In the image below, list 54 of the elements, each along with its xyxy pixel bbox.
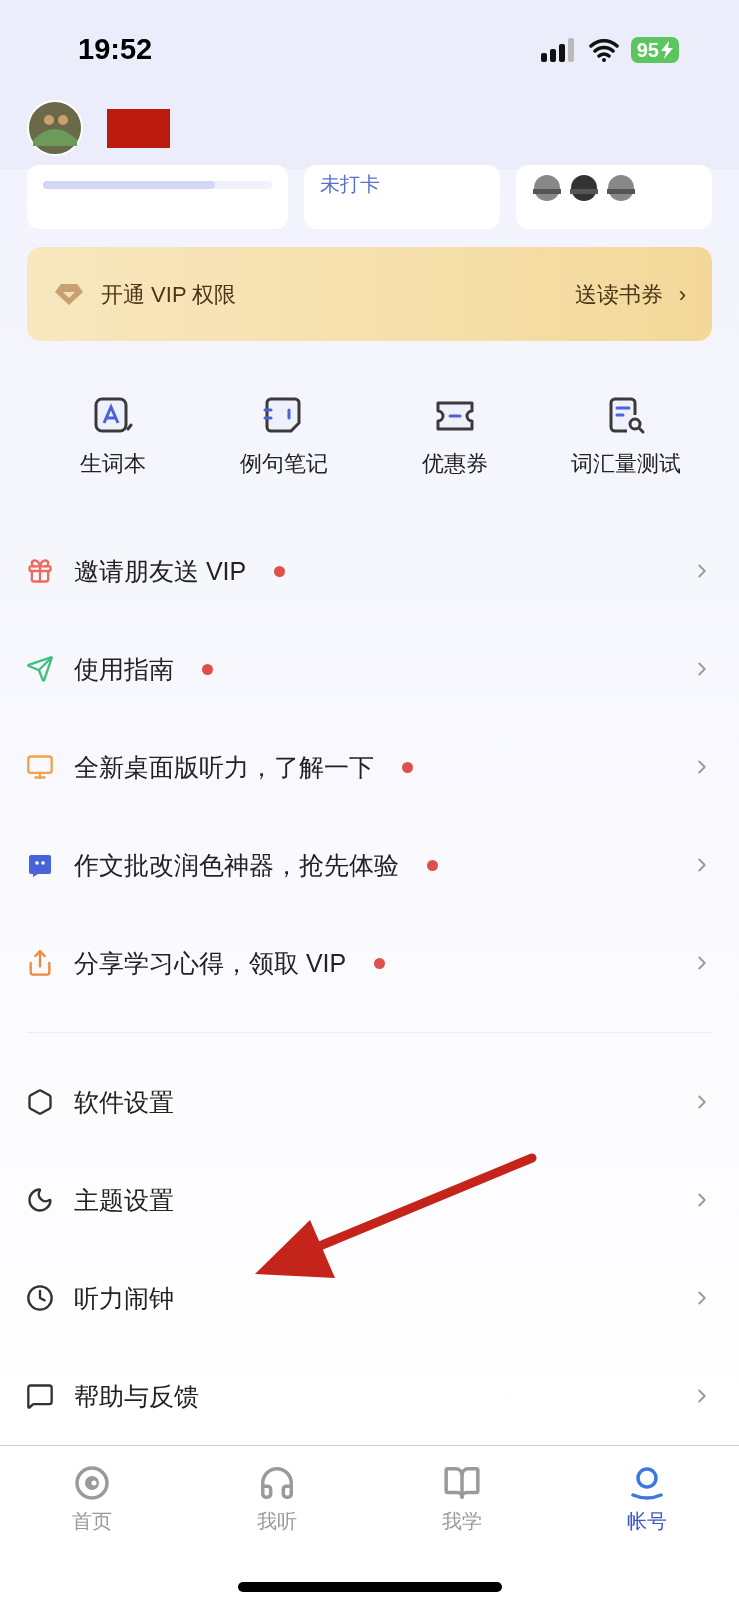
menu-item-label: 主题设置 (74, 1184, 174, 1216)
menu-item[interactable]: 作文批改润色神器，抢先体验 (0, 816, 739, 915)
tab-label: 帐号 (626, 1509, 667, 1535)
shortcut-label: 生词本 (79, 450, 146, 479)
vip-action: 送读书券 (574, 280, 663, 309)
avatar[interactable] (27, 100, 83, 156)
menu-item[interactable]: 全新桌面版听力，了解一下 (0, 718, 739, 817)
shortcut-item[interactable]: 词汇量测试 (540, 393, 712, 481)
clock-icon (26, 1284, 54, 1313)
hexagon-icon (26, 1088, 54, 1117)
bolt-icon (661, 41, 673, 59)
shortcut-item[interactable]: 优惠券 (369, 393, 541, 481)
menu-item[interactable]: 分享学习心得，领取 VIP (0, 914, 739, 1013)
check-in-status: 未打卡 (320, 172, 381, 198)
gift-icon (26, 557, 54, 586)
menu-item-label: 帮助与反馈 (74, 1380, 199, 1412)
menu-item-label: 全新桌面版听力，了解一下 (74, 751, 374, 783)
monitor-icon (26, 753, 54, 782)
shortcut-item[interactable]: 例句笔记 (198, 393, 370, 481)
battery-level: 95 (636, 38, 659, 63)
paper-plane-icon (26, 655, 54, 684)
tab-label: 首页 (72, 1509, 113, 1535)
menu-item[interactable]: 主题设置 (0, 1151, 739, 1250)
vip-banner[interactable]: 开通 VIP 权限 送读书券 › (27, 247, 712, 342)
menu-item-label: 听力闹钟 (74, 1282, 174, 1314)
chevron: › (678, 280, 686, 309)
menu-item[interactable]: 软件设置 (0, 1053, 739, 1152)
tab-label: 我听 (257, 1509, 298, 1535)
redaction-block (107, 108, 170, 148)
target-icon (73, 1464, 112, 1503)
shortcut-label: 优惠券 (422, 450, 489, 479)
signal-icon (540, 38, 577, 62)
message-icon (26, 1382, 54, 1411)
menu-item-label: 作文批改润色神器，抢先体验 (74, 849, 399, 881)
moon-icon (26, 1186, 54, 1215)
shortcut-item[interactable]: 生词本 (27, 393, 199, 481)
menu-item[interactable]: 听力闹钟 (0, 1249, 739, 1348)
menu-item[interactable]: 邀请朋友送 VIP (0, 522, 739, 621)
menu-item-label: 分享学习心得，领取 VIP (74, 947, 347, 979)
stat-card[interactable]: 未打卡 (304, 165, 501, 230)
menu-item-label: 软件设置 (74, 1086, 174, 1118)
shortcut-label: 例句笔记 (239, 450, 328, 479)
vip-title: 开通 VIP 权限 (101, 280, 237, 309)
status-time: 19:52 (78, 32, 153, 68)
menu-item-label: 使用指南 (74, 653, 174, 685)
tab-label: 我学 (441, 1509, 482, 1535)
tab-item[interactable]: 帐号 (626, 1464, 667, 1537)
menu-item[interactable]: 帮助与反馈 (0, 1347, 739, 1446)
stat-card[interactable] (516, 165, 712, 230)
wifi-icon (588, 38, 619, 62)
diamond-icon (53, 282, 85, 307)
shortcut-label: 词汇量测试 (571, 450, 682, 479)
menu-item[interactable]: 使用指南 (0, 620, 739, 719)
menu-item-label: 邀请朋友送 VIP (74, 555, 247, 587)
